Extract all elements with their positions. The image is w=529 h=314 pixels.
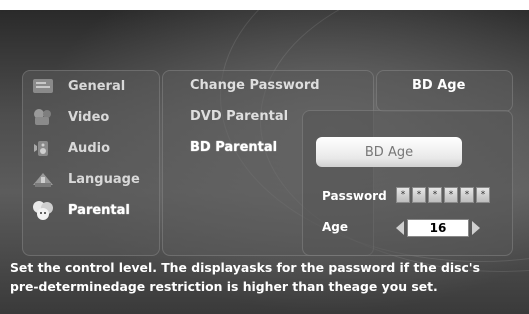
password-field[interactable]: * * * * * * <box>396 187 490 203</box>
bd-age-button[interactable]: BD Age <box>316 137 462 167</box>
sidebar-item-label: General <box>68 78 126 94</box>
language-icon <box>28 168 58 190</box>
sidebar-item-video[interactable]: Video <box>28 105 109 129</box>
video-camera-icon <box>28 106 58 128</box>
help-line: pre-determinedage restriction is higher … <box>10 279 438 294</box>
sidebar-item-label: Audio <box>68 140 111 156</box>
password-digit: * <box>476 187 490 203</box>
submenu-item-bd-parental[interactable]: BD Parental <box>190 140 277 155</box>
sidebar-item-audio[interactable]: Audio <box>28 136 110 160</box>
sidebar-item-label: Video <box>68 109 110 125</box>
parental-face-icon <box>28 199 58 221</box>
password-digit: * <box>460 187 474 203</box>
arrow-left-icon[interactable] <box>396 221 404 235</box>
age-label: Age <box>322 220 349 234</box>
submenu-item-dvd-parental[interactable]: DVD Parental <box>190 109 288 124</box>
detail-header-title: BD Age <box>412 78 466 93</box>
password-digit: * <box>412 187 426 203</box>
age-selector[interactable]: 16 <box>396 219 480 237</box>
sidebar-item-general[interactable]: General <box>28 74 125 98</box>
password-label: Password <box>322 189 387 203</box>
submenu-item-change-password[interactable]: Change Password <box>190 78 320 93</box>
password-digit: * <box>428 187 442 203</box>
sidebar-item-label: Language <box>68 171 140 187</box>
password-digit: * <box>444 187 458 203</box>
help-text: Set the control level. The displayasks f… <box>10 258 520 296</box>
arrow-right-icon[interactable] <box>472 221 480 235</box>
sidebar-item-parental[interactable]: Parental <box>28 198 130 222</box>
help-line: Set the control level. The displayasks f… <box>10 260 480 275</box>
age-value: 16 <box>407 219 469 237</box>
sidebar-item-label: Parental <box>68 202 130 218</box>
general-settings-icon <box>28 75 58 97</box>
password-digit: * <box>396 187 410 203</box>
speaker-icon <box>28 137 58 159</box>
sidebar-item-language[interactable]: Language <box>28 167 140 191</box>
